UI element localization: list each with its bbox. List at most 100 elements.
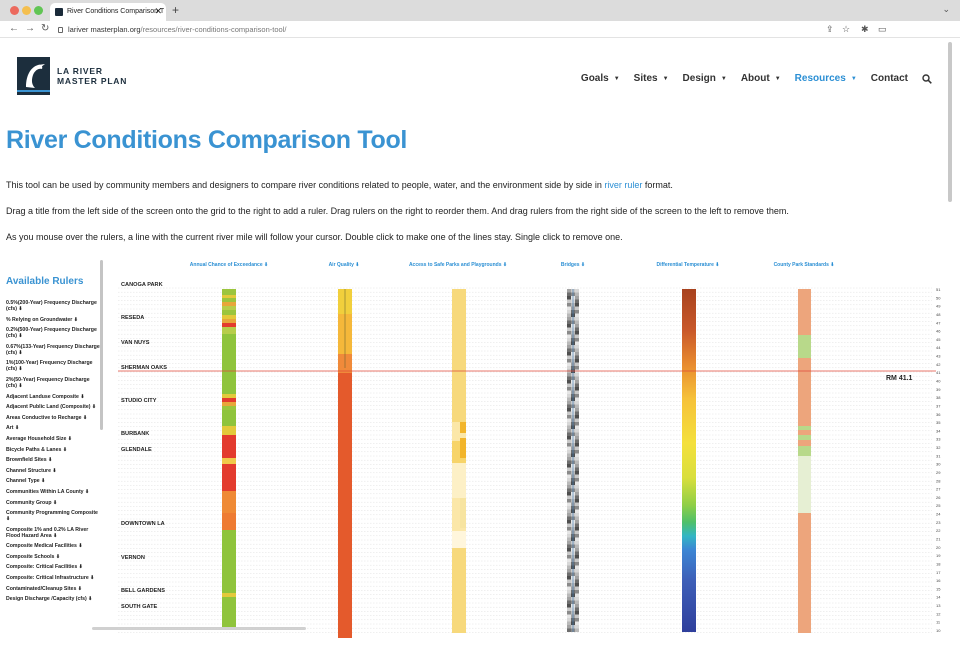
parks-band-accent <box>460 498 466 528</box>
river-mile-tick-label: 38 <box>936 395 941 400</box>
bridges-cell <box>567 317 571 321</box>
bookmark-star-icon[interactable]: ☆ <box>842 24 850 35</box>
bridges-cell <box>567 527 571 531</box>
bridges-cell <box>575 439 579 443</box>
place-label: RESEDA <box>121 315 144 321</box>
river-mile-tick-label: 26 <box>936 495 941 500</box>
new-tab-button[interactable]: + <box>172 3 179 17</box>
maximize-window-icon[interactable] <box>34 6 43 15</box>
river-mile-tick-label: 21 <box>936 537 941 542</box>
place-label: GLENDALE <box>121 447 152 453</box>
bridges-cell <box>567 520 571 524</box>
bridges-cell <box>575 565 579 569</box>
river-mile-tick-label: 50 <box>936 295 941 300</box>
ruler-title[interactable]: County Park Standards ⬇ <box>774 262 835 268</box>
browser-tab[interactable]: River Conditions Comparison T ✕ <box>50 3 166 21</box>
forward-arrow-icon[interactable]: → <box>25 23 35 34</box>
river-mile-tick-label: 10 <box>936 628 941 633</box>
bridges-cell <box>575 576 579 580</box>
bridges-cell <box>575 348 579 352</box>
bridges-cell <box>575 380 579 384</box>
tab-list-chevron-icon[interactable]: ⌄ <box>942 4 950 15</box>
url-field[interactable]: lariver masterplan.org/resources/river-c… <box>58 23 818 36</box>
bridges-cell <box>567 341 571 345</box>
bridges-cell <box>567 460 571 464</box>
bridges-cell <box>567 576 571 580</box>
bridges-cell <box>567 425 571 429</box>
sidebar-toggle-icon[interactable]: ▭ <box>878 24 887 35</box>
bridges-cell <box>567 555 571 559</box>
bridges-cell <box>567 495 571 499</box>
bridges-cell <box>567 404 571 408</box>
river-mile-tick-label: 13 <box>936 603 941 608</box>
river-mile-tick-label: 27 <box>936 487 941 492</box>
bridges-cell <box>575 411 579 415</box>
county-park-band <box>798 513 811 633</box>
share-icon[interactable]: ⇪ <box>826 24 834 35</box>
bridges-cell <box>567 359 571 363</box>
extensions-puzzle-icon[interactable]: ✱ <box>861 24 869 35</box>
bridges-cell <box>567 530 571 534</box>
ruler-grid[interactable]: 51 50 49 48 47 46 45 44 43 42 41 40 39 38 37 36 35 34 33 32… <box>0 38 946 645</box>
exceedance-band <box>222 298 236 302</box>
bridges-cell <box>567 593 571 597</box>
bridges-cell <box>575 513 579 517</box>
bridges-cell <box>575 485 579 489</box>
bridges-cell <box>575 520 579 524</box>
url-host: lariver masterplan.org <box>68 25 141 34</box>
bridges-cell <box>567 432 571 436</box>
bridges-cell <box>575 306 579 310</box>
minimize-window-icon[interactable] <box>22 6 31 15</box>
river-mile-tick-label: 24 <box>936 512 941 517</box>
ruler-title[interactable]: Annual Chance of Exceedance ⬇ <box>190 262 268 268</box>
bridges-cell <box>567 338 571 342</box>
river-mile-tick-label: 47 <box>936 320 941 325</box>
bridges-cell <box>575 443 579 447</box>
bridges-cell <box>575 331 579 335</box>
site-favicon-icon <box>55 8 63 16</box>
exceedance-band <box>222 398 236 402</box>
exceedance-band <box>222 310 236 315</box>
bridges-cell <box>575 555 579 559</box>
exceedance-band <box>222 597 236 627</box>
ruler-title[interactable]: Differential Temperature ⬇ <box>656 262 719 268</box>
bridges-cell <box>575 492 579 496</box>
bridges-cell <box>567 327 571 331</box>
river-mile-tick-label: 31 <box>936 453 941 458</box>
reload-icon[interactable]: ↻ <box>41 23 49 34</box>
bridges-cell <box>575 422 579 426</box>
river-mile-tick-label: 48 <box>936 312 941 317</box>
place-label: CANOGA PARK <box>121 282 163 288</box>
river-mile-cursor-label: RM 41.1 <box>886 375 913 382</box>
bridges-cell <box>567 506 571 510</box>
bridges-cell <box>575 345 579 349</box>
river-mile-tick-label: 28 <box>936 478 941 483</box>
ruler-title[interactable]: Air Quality ⬇ <box>329 262 360 268</box>
ruler-title[interactable]: Access to Safe Parks and Playgrounds ⬇ <box>409 262 507 268</box>
river-mile-tick-label: 32 <box>936 445 941 450</box>
bridges-cell <box>575 544 579 548</box>
ruler-title[interactable]: Bridges ⬇ <box>561 262 585 268</box>
bridges-cell <box>575 478 579 482</box>
exceedance-band <box>222 295 236 298</box>
close-window-icon[interactable] <box>10 6 19 15</box>
page-scrollbar[interactable] <box>948 42 952 202</box>
exceedance-band <box>222 593 236 597</box>
bridges-cell <box>575 548 579 552</box>
parks-band-accent <box>460 422 466 433</box>
river-mile-tick-label: 17 <box>936 570 941 575</box>
exceedance-band <box>222 406 236 410</box>
bridges-cell <box>575 376 579 380</box>
bridges-cell <box>567 600 571 604</box>
back-arrow-icon[interactable]: ← <box>9 23 19 34</box>
bridges-cell <box>567 502 571 506</box>
river-mile-tick-label: 42 <box>936 362 941 367</box>
bridges-cell <box>575 296 579 300</box>
bridges-cell <box>575 324 579 328</box>
tab-close-icon[interactable]: ✕ <box>154 6 162 17</box>
bridges-cell <box>567 614 571 618</box>
river-mile-tick-label: 15 <box>936 586 941 591</box>
river-mile-tick-label: 46 <box>936 329 941 334</box>
bridges-cell <box>567 422 571 426</box>
bridges-cell <box>575 614 579 618</box>
